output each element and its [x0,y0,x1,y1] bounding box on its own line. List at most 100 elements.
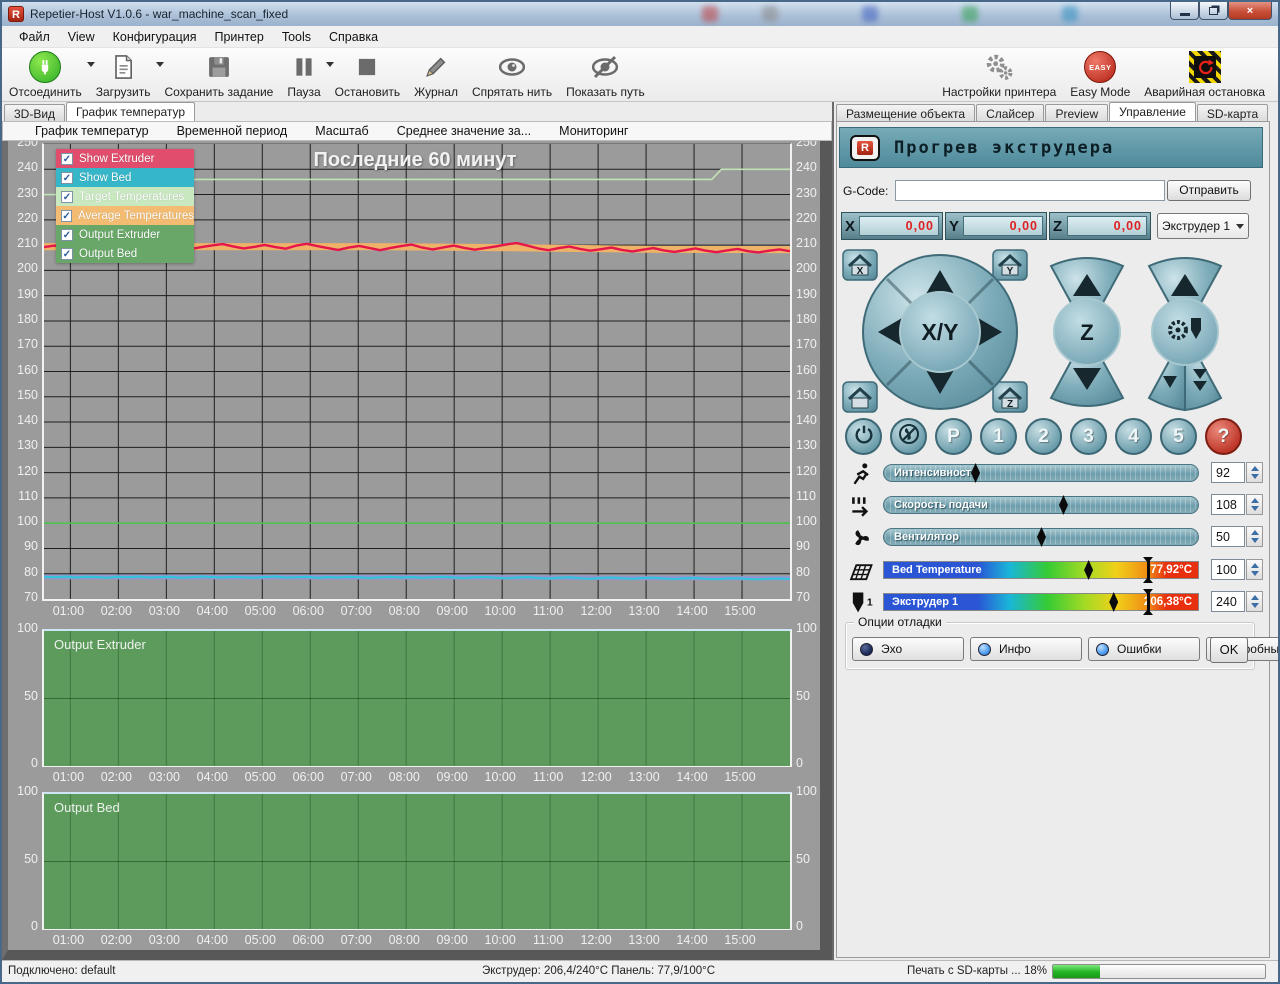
toolbar-button-stop[interactable]: Остановить [328,48,408,101]
spinner-arrows[interactable] [1246,591,1263,612]
spin-down-icon[interactable] [1251,603,1259,608]
x-axis-label: 12:00 [572,770,620,784]
park-button[interactable]: P [935,418,972,455]
chart-menu-Масштаб[interactable]: Масштаб [301,122,382,140]
temp-bar-Экструдер 1[interactable]: Экструдер 1206,38°C [883,593,1199,611]
spin-down-icon[interactable] [1251,571,1259,576]
toolbar-button-plug[interactable]: Отсоединить [2,48,89,101]
legend-checkbox[interactable]: ✓ [61,210,72,222]
z-position-box: Z 0,00 [1049,212,1151,240]
menu-файл[interactable]: Файл [10,27,59,47]
slider-label: Интенсивность [894,467,978,479]
toolbar-button-travel-eye-off[interactable]: Показать путь [559,48,652,101]
tab-Слайсер[interactable]: Слайсер [976,104,1044,121]
restore-button[interactable] [1199,2,1228,20]
chart-menu-Мониторинг[interactable]: Мониторинг [545,122,642,140]
spin-up-icon[interactable] [1251,595,1259,600]
power-button[interactable] [845,418,882,455]
slider-value-input[interactable]: 50 [1211,526,1245,547]
spin-up-icon[interactable] [1251,563,1259,568]
preset-5-button[interactable]: 5 [1160,418,1197,455]
stop-icon [351,51,383,83]
toolbar-button-emergency-stop[interactable]: Аварийная остановка [1137,48,1272,101]
menu-конфигурация[interactable]: Конфигурация [104,27,206,47]
temp-target-marker[interactable] [1147,589,1150,615]
debug-options-group: Опции отладки ЭхоИнфоОшибкиПробный пуск … [845,622,1255,670]
extruder-select[interactable]: Экструдер 1 [1157,213,1249,239]
toolbar-button-load-file[interactable]: Загрузить [89,48,158,101]
spin-down-icon[interactable] [1251,538,1259,543]
preset-2-button[interactable]: 2 [1025,418,1062,455]
chart-menu-Среднее значение за...[interactable]: Среднее значение за... [383,122,545,140]
spin-up-icon[interactable] [1251,466,1259,471]
slider-Вентилятор[interactable]: Вентилятор [883,528,1199,546]
preset-3-button[interactable]: 3 [1070,418,1107,455]
tab-График температур[interactable]: График температур [66,102,195,121]
toolbar-button-pause[interactable]: Пауза [280,48,327,101]
y-axis-label: 150 [796,388,826,402]
slider-value-input[interactable]: 92 [1211,462,1245,483]
spin-down-icon[interactable] [1251,474,1259,479]
preset-1-button[interactable]: 1 [980,418,1017,455]
debug-Ошибки-button[interactable]: Ошибки [1088,637,1200,661]
x-axis-label: 03:00 [140,604,188,618]
temp-setpoint-input[interactable]: 240 [1211,591,1245,612]
spinner-arrows[interactable] [1246,494,1263,515]
spinner-arrows[interactable] [1246,559,1263,580]
minimize-button[interactable] [1170,2,1199,20]
x-axis-label: 12:00 [572,604,620,618]
legend-checkbox[interactable]: ✓ [61,248,73,260]
toolbar-button-printer-settings-gears[interactable]: Настройки принтера [935,48,1063,101]
legend-checkbox[interactable]: ✓ [61,153,73,165]
legend-checkbox[interactable]: ✓ [61,229,73,241]
slider-Интенсивность[interactable]: Интенсивность [883,464,1199,482]
y-axis-label: 80 [8,565,38,579]
home-y-button[interactable]: Y [993,250,1027,280]
home-z-button[interactable]: Z [993,382,1027,412]
preset-4-button[interactable]: 4 [1115,418,1152,455]
debug-button-label: Ошибки [1117,642,1162,656]
toolbar-button-log-pencil[interactable]: Журнал [407,48,465,101]
temp-target-marker[interactable] [1147,557,1150,583]
gcode-label: G-Code: [843,184,888,198]
toolbar-button-save-job[interactable]: Сохранить задание [158,48,281,101]
chart-menu-Временной период[interactable]: Временной период [163,122,302,140]
menu-tools[interactable]: Tools [273,27,320,47]
spinner-arrows[interactable] [1246,526,1263,547]
tab-3D-Вид[interactable]: 3D-Вид [4,104,65,121]
tab-Размещение объекта[interactable]: Размещение объекта [836,104,975,121]
legend-checkbox[interactable]: ✓ [61,191,73,203]
gcode-input[interactable] [895,180,1165,201]
debug-Инфо-button[interactable]: Инфо [970,637,1082,661]
debug-Эхо-button[interactable]: Эхо [852,637,964,661]
spinner-arrows[interactable] [1246,462,1263,483]
close-button[interactable]: × [1228,2,1272,20]
send-gcode-button[interactable]: Отправить [1167,180,1251,201]
temp-bar-Bed Temperature[interactable]: Bed Temperature77,92°C [883,561,1199,579]
x-axis-label: 14:00 [668,933,716,947]
legend-checkbox[interactable]: ✓ [61,172,73,184]
tab-Preview[interactable]: Preview [1045,104,1108,121]
fan-toggle-button[interactable] [890,418,927,455]
menu-view[interactable]: View [59,27,104,47]
temp-setpoint-input[interactable]: 100 [1211,559,1245,580]
help-button[interactable]: ? [1205,418,1242,455]
spin-down-icon[interactable] [1251,506,1259,511]
slider-Скорость подачи[interactable]: Скорость подачи [883,496,1199,514]
x-axis-label: 04:00 [188,933,236,947]
spin-up-icon[interactable] [1251,530,1259,535]
ok-button[interactable]: OK [1210,637,1248,663]
toolbar-button-filament-eye[interactable]: Спрятать нить [465,48,559,101]
x-axis-label: 11:00 [524,604,572,618]
home-x-button[interactable]: X [843,250,877,280]
chart-menu-График температур[interactable]: График температур [21,122,163,140]
tab-Управление[interactable]: Управление [1109,102,1196,121]
y-axis-label: 140 [8,413,38,427]
spin-up-icon[interactable] [1251,498,1259,503]
home-all-button[interactable] [843,382,877,412]
menu-справка[interactable]: Справка [320,27,387,47]
slider-value-input[interactable]: 108 [1211,494,1245,515]
menu-принтер[interactable]: Принтер [206,27,273,47]
toolbar-button-easy-mode[interactable]: EASYEasy Mode [1063,48,1137,101]
tab-SD-карта[interactable]: SD-карта [1197,104,1268,121]
